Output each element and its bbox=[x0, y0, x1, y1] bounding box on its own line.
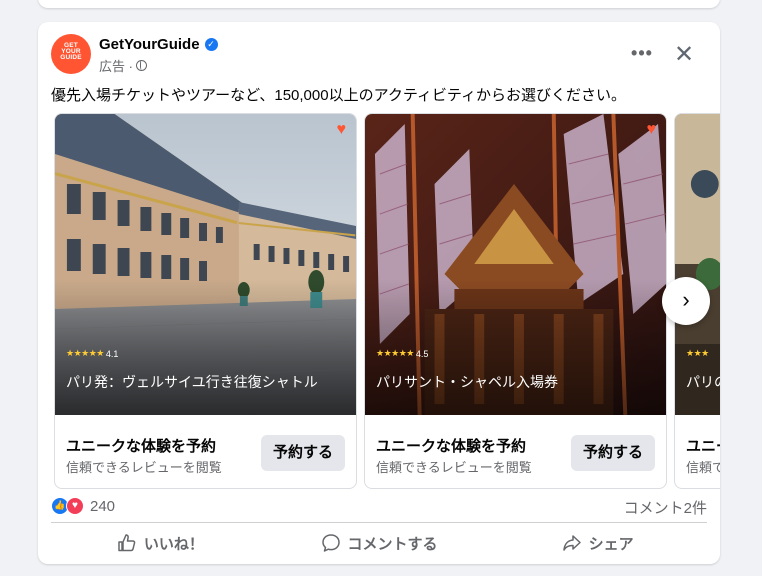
share-button[interactable]: シェア bbox=[488, 526, 707, 560]
comment-button[interactable]: コメントする bbox=[270, 526, 489, 560]
thumbs-up-icon bbox=[118, 534, 136, 552]
star-icon: ★★★ bbox=[686, 348, 709, 358]
card-rating: ★★★★★ 4.1 bbox=[66, 348, 118, 359]
card-headline: ユニークな体験を予約 bbox=[66, 438, 217, 455]
post-body-text: 優先入場チケットやツアーなど、150,000以上のアクティビティからお選びくださ… bbox=[51, 87, 627, 104]
card-description: 信頼で bbox=[686, 460, 720, 475]
card-footer: ユニークな体験を予約 信頼できるレビューを閲覧 予約する bbox=[55, 415, 356, 488]
rating-value: 4.1 bbox=[105, 348, 119, 359]
post-meta: 広告 · bbox=[99, 56, 147, 75]
star-icon: ★★★★★ bbox=[66, 348, 104, 358]
book-now-button[interactable]: 予約する bbox=[571, 435, 655, 471]
comment-icon bbox=[321, 534, 340, 552]
card-caption: パリの bbox=[686, 374, 720, 390]
carousel-card[interactable]: ♥ ★★★★★ 4.5 パリサント・シャペル入場券 ユニークな体験を予約 信頼で… bbox=[364, 113, 667, 489]
globe-icon bbox=[135, 60, 147, 71]
card-description: 信頼できるレビューを閲覧 bbox=[66, 460, 222, 475]
advertiser-avatar[interactable]: GET YOUR GUIDE bbox=[51, 34, 91, 74]
advertiser-name[interactable]: GetYourGuide bbox=[99, 36, 200, 53]
sponsored-label[interactable]: 広告 · bbox=[99, 56, 133, 75]
divider bbox=[51, 522, 707, 523]
card-headline: ユニー bbox=[686, 438, 720, 455]
close-icon[interactable]: ✕ bbox=[669, 40, 699, 70]
rating-value: 4.5 bbox=[415, 348, 429, 359]
comment-count-link[interactable]: コメント2件 bbox=[624, 497, 707, 518]
card-headline: ユニークな体験を予約 bbox=[376, 438, 527, 455]
previous-post-card bbox=[38, 0, 720, 8]
card-image-sainte-chapelle[interactable] bbox=[365, 114, 666, 415]
book-now-button[interactable]: 予約する bbox=[261, 435, 345, 471]
heart-icon[interactable]: ♥ bbox=[647, 122, 657, 138]
card-description: 信頼できるレビューを閲覧 bbox=[376, 460, 532, 475]
comment-label: コメントする bbox=[347, 535, 438, 553]
card-caption: パリ発：ヴェルサイユ行き往復シャトル bbox=[66, 374, 318, 390]
share-label: シェア bbox=[588, 535, 634, 553]
chevron-right-icon[interactable]: › bbox=[662, 277, 710, 325]
card-caption: パリサント・シャペル入場券 bbox=[376, 374, 558, 390]
reaction-count: 240 bbox=[90, 497, 116, 515]
like-button[interactable]: いいね！ bbox=[51, 526, 270, 560]
card-footer: ユニー 信頼で bbox=[675, 415, 720, 488]
card-rating: ★★★★★ 4.5 bbox=[376, 348, 428, 359]
verified-badge-icon: ✓ bbox=[204, 38, 218, 51]
more-options-icon[interactable]: ••• bbox=[627, 40, 657, 70]
reaction-summary[interactable]: 👍 ♥ 240 bbox=[51, 497, 115, 515]
carousel: ♥ ★★★★★ 4.1 パリ発：ヴェルサイユ行き往復シャトル ユニークな体験を予… bbox=[54, 113, 720, 489]
action-bar: いいね！ コメントする シェア bbox=[51, 526, 707, 560]
engagement-stats: 👍 ♥ 240 コメント2件 bbox=[51, 496, 707, 518]
share-icon bbox=[562, 535, 581, 551]
card-image-versailles[interactable] bbox=[55, 114, 356, 415]
advertiser-name-row: GetYourGuide ✓ bbox=[99, 36, 218, 53]
card-rating: ★★★ bbox=[686, 348, 709, 359]
avatar-text-3: GUIDE bbox=[60, 54, 82, 61]
card-image-third[interactable] bbox=[675, 114, 720, 415]
post-header: GET YOUR GUIDE GetYourGuide ✓ 広告 · ••• ✕ bbox=[51, 34, 701, 76]
card-footer: ユニークな体験を予約 信頼できるレビューを閲覧 予約する bbox=[365, 415, 666, 488]
like-label: いいね！ bbox=[143, 535, 204, 553]
star-icon: ★★★★★ bbox=[376, 348, 414, 358]
sponsored-post: GET YOUR GUIDE GetYourGuide ✓ 広告 · ••• ✕… bbox=[38, 22, 720, 564]
carousel-card[interactable]: ♥ ★★★★★ 4.1 パリ発：ヴェルサイユ行き往復シャトル ユニークな体験を予… bbox=[54, 113, 357, 489]
love-reaction-icon: ♥ bbox=[66, 497, 84, 515]
heart-icon[interactable]: ♥ bbox=[337, 122, 347, 138]
